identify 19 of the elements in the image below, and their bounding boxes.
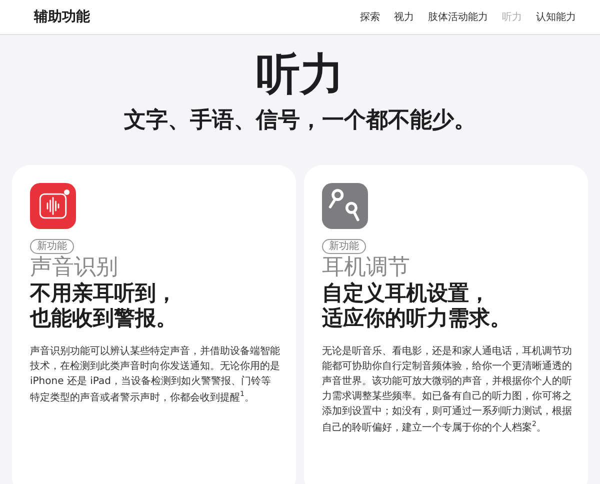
new-badge: 新功能 [322, 239, 366, 254]
new-badge: 新功能 [30, 239, 74, 254]
nav-link[interactable]: 肢体活动能力 [428, 10, 488, 24]
feature-headline: 适应你的听力需求。 [322, 306, 512, 332]
feature-headline: 也能收到警报。 [30, 306, 178, 332]
feature-headline: 自定义耳机设置， [322, 280, 491, 306]
page-title: 听力 [256, 51, 344, 100]
page-subtitle: 文字、手语、信号，一个都不能少。 [124, 106, 476, 136]
nav-link[interactable]: 探索 [360, 10, 380, 24]
feature-title: 声音识别 [30, 255, 119, 281]
feature-title: 耳机调节 [322, 255, 411, 281]
site-title: 辅助功能 [34, 8, 91, 26]
feature-description: 无论是听音乐、看电影，还是和家人通电话，耳机调节功能都可协助你自行定制音频体验，给你一个更清晰通透的声音世界。该功能可放大微弱的声音，并根据你个人的听力需求调整某些频率。如已备有自己的听力图，你可将之添加到设置中；如没有，则可通过一系列听力测试，根据自己的聆听偏好，建立一个专属于你的个人档案$^{2}$。 [322, 344, 572, 436]
nav-link[interactable]: 认知能力 [536, 10, 576, 24]
feature-headline: 不用亲耳听到， [30, 280, 178, 306]
feature-description: 声音识别功能可以辨认某些特定声音，并借助设备端智能技术，在检测到此类声音时向你发送通知。无论你用的是 iPhone 还是 iPad，当设备检测到如火警警报、门铃等特定类型的声音或者警示声时，你都会收到提醒$^{1}$。 [30, 344, 280, 406]
nav-link[interactable]: 视力 [394, 10, 414, 24]
earbuds-icon [322, 183, 368, 230]
waveform-icon [30, 183, 76, 230]
